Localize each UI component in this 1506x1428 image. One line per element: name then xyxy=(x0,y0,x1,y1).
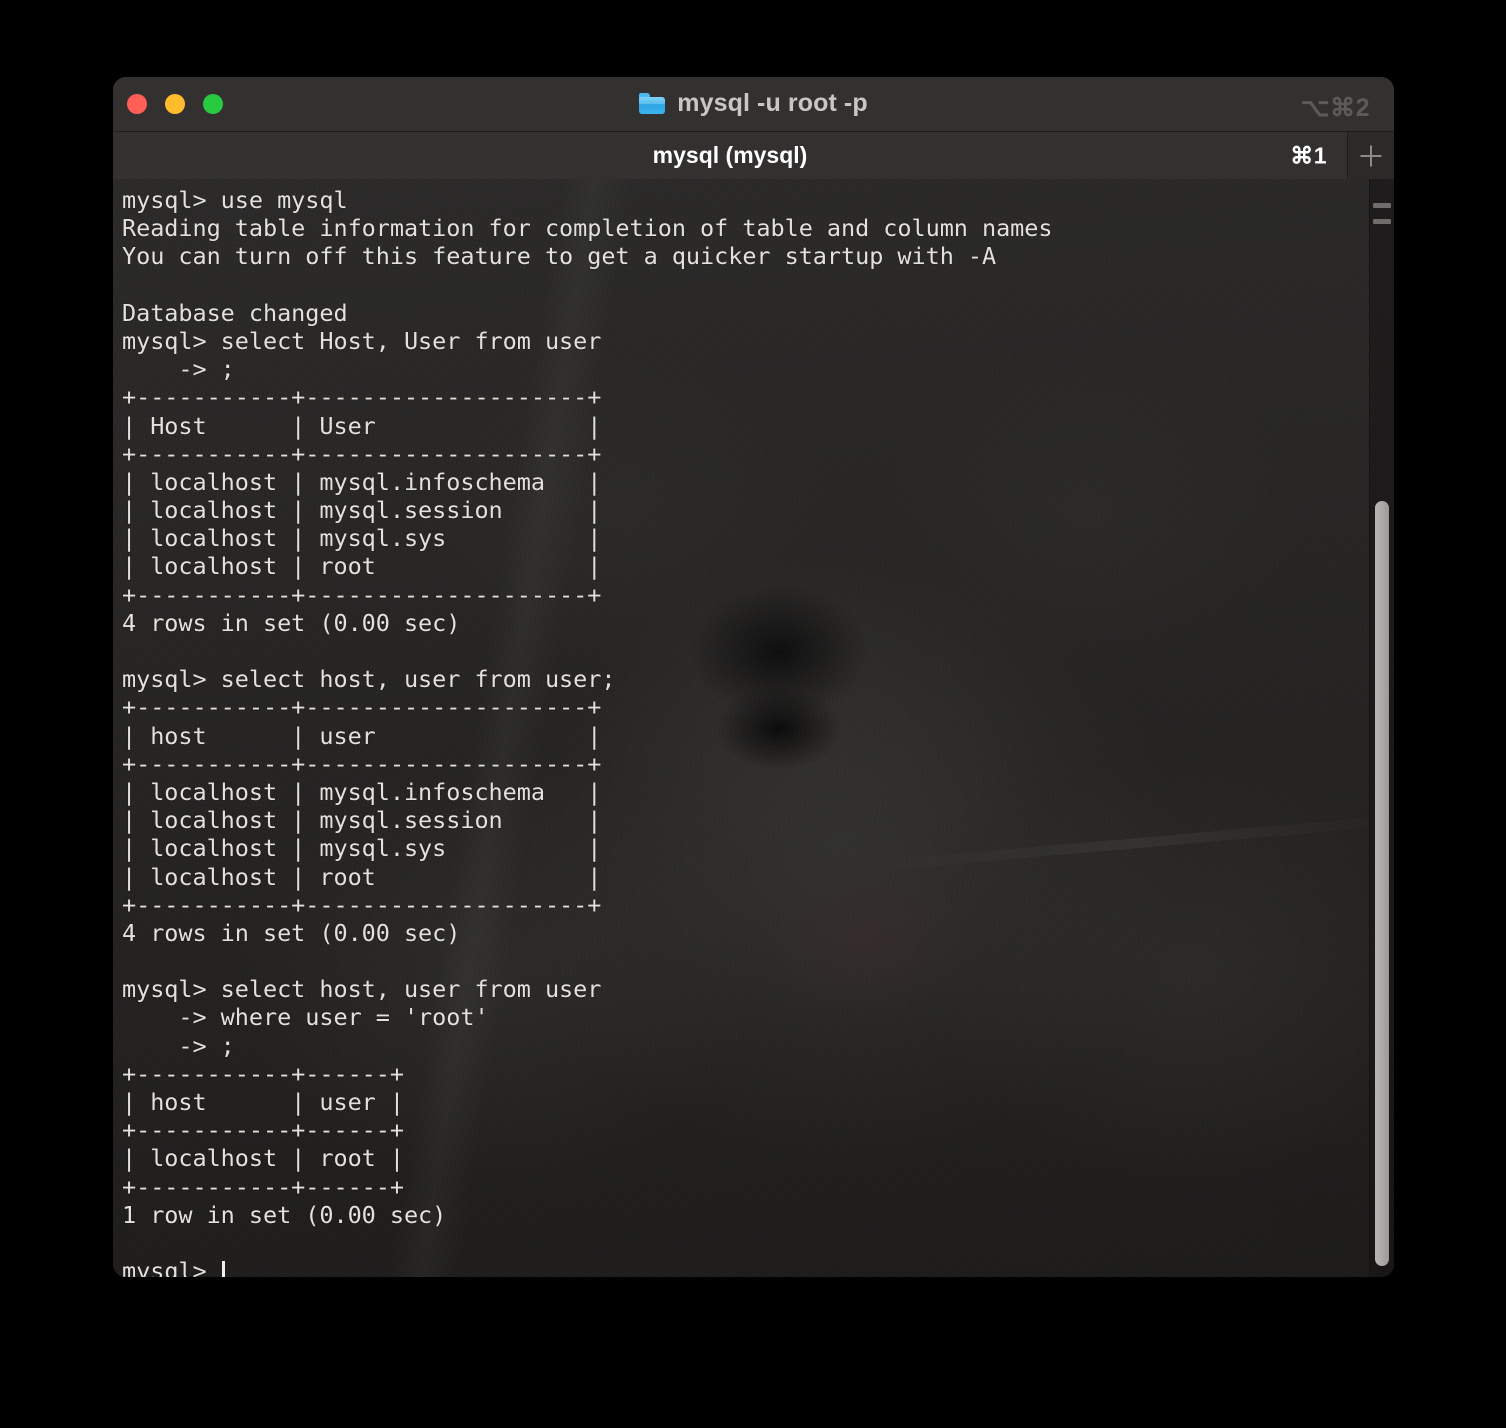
scrollbar-thumb[interactable] xyxy=(1375,501,1389,1266)
terminal-line: Database changed xyxy=(122,298,348,327)
terminal-line: You can turn off this feature to get a q… xyxy=(122,242,997,271)
terminal-line: mysql> select Host, User from user xyxy=(122,326,602,355)
terminal-line: +-----------+--------------------+ xyxy=(122,749,602,778)
terminal-line: | localhost | root | xyxy=(122,862,602,891)
maximize-button[interactable] xyxy=(203,94,223,114)
terminal-line: mysql> xyxy=(122,1257,1394,1277)
terminal-line: +-----------+--------------------+ xyxy=(122,580,602,609)
close-button[interactable] xyxy=(127,94,147,114)
terminal-line: | localhost | mysql.infoschema | xyxy=(122,467,602,496)
terminal-line: mysql> use mysql xyxy=(122,186,348,214)
tab-shortcut-hint: ⌘1 xyxy=(1290,142,1327,168)
terminal-line: | localhost | mysql.session | xyxy=(122,806,602,835)
window-controls xyxy=(127,94,223,114)
terminal-line: | localhost | root | xyxy=(122,552,602,581)
terminal-line: mysql> select host, user from user; xyxy=(122,665,616,694)
terminal-line: | localhost | root | xyxy=(122,1144,404,1173)
terminal-line: +-----------+------+ xyxy=(122,1172,404,1201)
terminal-line: 4 rows in set (0.00 sec) xyxy=(122,918,461,947)
terminal-line: | host | user | xyxy=(122,721,602,750)
tab-bar: mysql (mysql) ⌘1 xyxy=(113,131,1394,179)
terminal-line: 4 rows in set (0.00 sec) xyxy=(122,608,461,637)
terminal-line: +-----------+--------------------+ xyxy=(122,383,602,412)
terminal-line: -> where user = 'root' xyxy=(122,1003,489,1032)
terminal-line: +-----------+--------------------+ xyxy=(122,693,602,722)
terminal-line: | host | user | xyxy=(122,1088,404,1116)
terminal-body[interactable]: mysql> use mysql Reading table informatio… xyxy=(113,179,1394,1277)
terminal-output: mysql> use mysql Reading table informatio… xyxy=(122,186,1394,1277)
terminal-line: | localhost | mysql.sys | xyxy=(122,834,602,863)
window-title-group: mysql -u root -p xyxy=(113,89,1394,118)
terminal-line: | localhost | mysql.session | xyxy=(122,496,602,525)
window-shortcut-hint: ⌥⌘2 xyxy=(1300,94,1370,122)
terminal-line: -> ; xyxy=(122,355,235,384)
terminal-line: | localhost | mysql.sys | xyxy=(122,524,602,553)
window-titlebar: mysql -u root -p ⌥⌘2 xyxy=(113,77,1394,131)
terminal-line: 1 row in set (0.00 sec) xyxy=(122,1200,447,1229)
window-title: mysql -u root -p xyxy=(677,89,868,117)
terminal-line: | localhost | mysql.infoschema | xyxy=(122,777,602,806)
terminal-line: +-----------+------+ xyxy=(122,1116,404,1145)
terminal-line: +-----------+------+ xyxy=(122,1059,404,1088)
terminal-line: +-----------+--------------------+ xyxy=(122,439,602,468)
tab-mysql[interactable]: mysql (mysql) ⌘1 xyxy=(113,132,1347,179)
terminal-window: mysql -u root -p ⌥⌘2 mysql (mysql) ⌘1 my… xyxy=(113,77,1394,1277)
terminal-line: mysql> select host, user from user xyxy=(122,975,602,1004)
terminal-line: +-----------+--------------------+ xyxy=(122,890,602,919)
new-tab-button[interactable] xyxy=(1347,132,1394,179)
scroll-marker xyxy=(1373,219,1391,224)
terminal-line: Reading table information for completion… xyxy=(122,214,1053,243)
terminal-scrollbar[interactable] xyxy=(1369,179,1394,1277)
scroll-marker xyxy=(1373,203,1391,208)
terminal-line: | Host | User | xyxy=(122,411,602,440)
tab-label: mysql (mysql) xyxy=(652,142,808,168)
terminal-line: -> ; xyxy=(122,1031,235,1060)
text-cursor xyxy=(221,1261,225,1277)
folder-icon xyxy=(639,93,666,114)
minimize-button[interactable] xyxy=(165,94,185,114)
